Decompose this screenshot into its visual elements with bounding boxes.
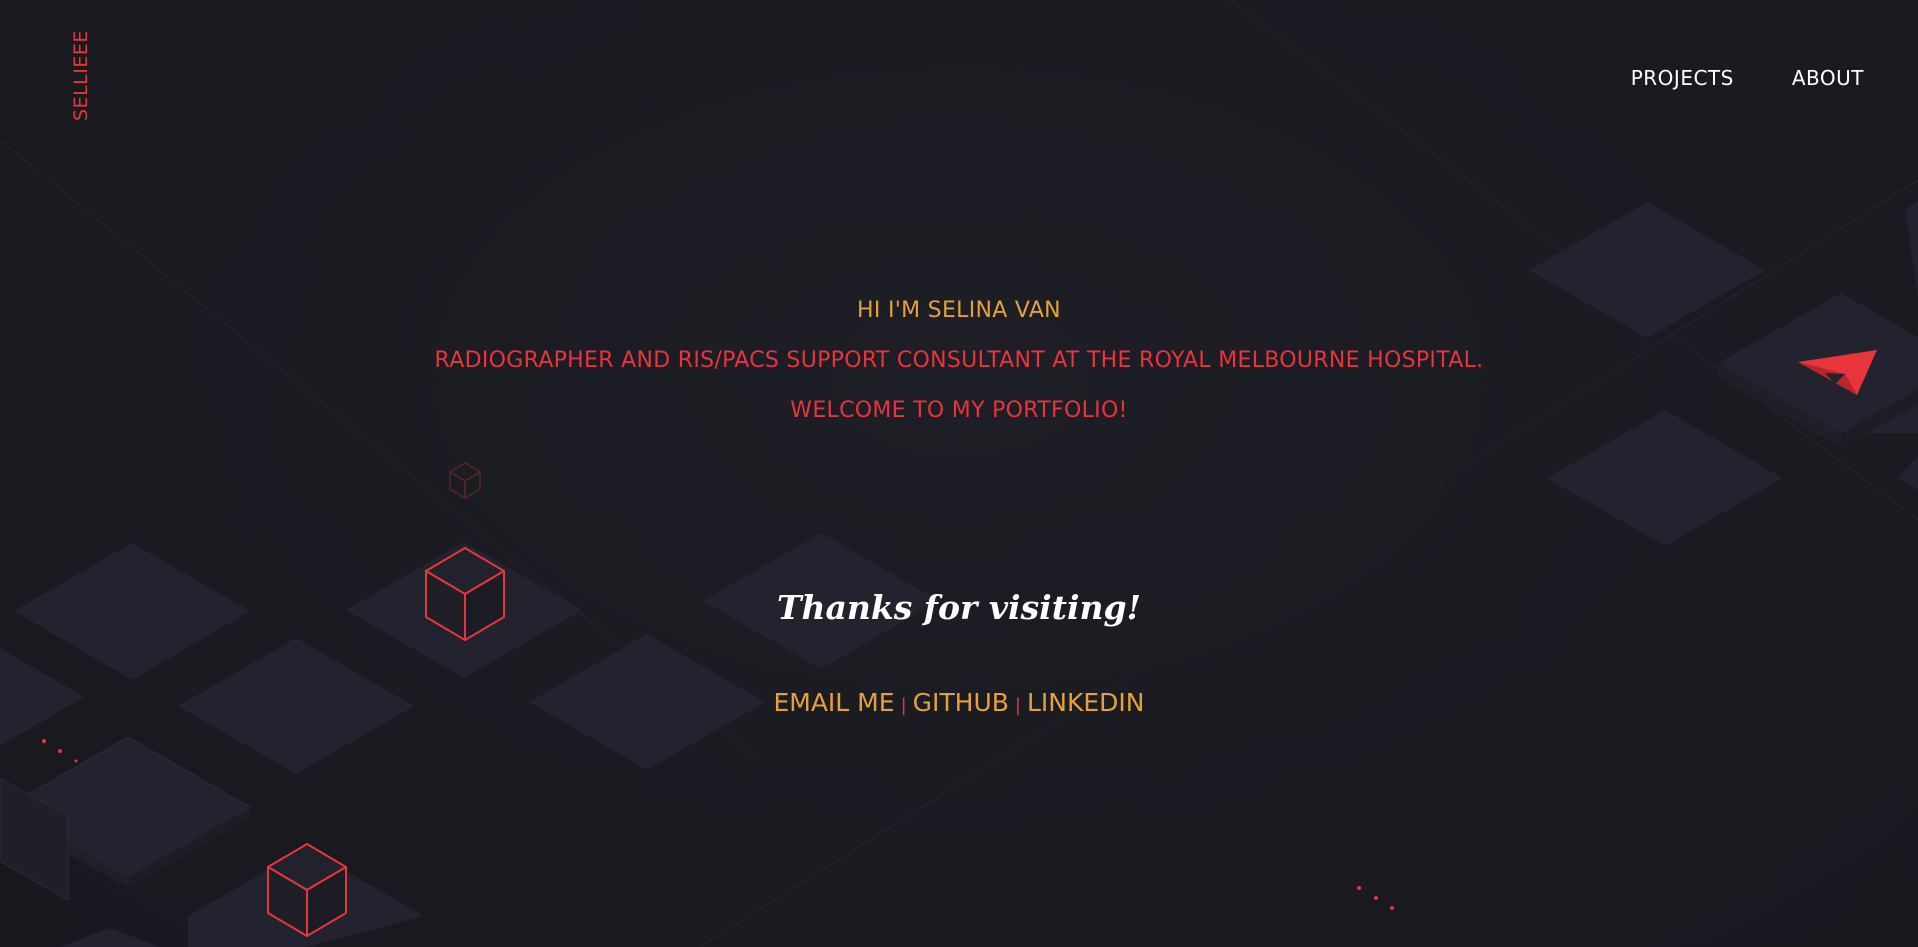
cube-outline-icon <box>449 462 481 499</box>
nav-link-projects[interactable]: PROJECTS <box>1631 66 1734 90</box>
contact-links: EMAIL ME | GITHUB | LINKEDIN <box>0 688 1918 717</box>
github-link[interactable]: GITHUB <box>913 688 1009 717</box>
separator: | <box>1014 695 1021 716</box>
isometric-background <box>0 0 1918 947</box>
page: SELLIEEE PROJECTS ABOUT HI I'M SELINA VA… <box>0 0 1918 947</box>
email-link[interactable]: EMAIL ME <box>773 688 894 717</box>
linkedin-link[interactable]: LINKEDIN <box>1027 688 1145 717</box>
intro-greeting: HI I'M SELINA VAN <box>857 298 1061 323</box>
tile <box>1898 455 1918 490</box>
separator: | <box>900 695 907 716</box>
tile <box>60 928 160 947</box>
tile <box>1905 200 1918 298</box>
platform-left <box>0 736 252 901</box>
thanks-message: Thanks for visiting! <box>776 588 1142 627</box>
top-nav: PROJECTS ABOUT <box>1631 66 1864 90</box>
intro-role: RADIOGRAPHER AND RIS/PACS SUPPORT CONSUL… <box>434 348 1484 373</box>
nav-link-about[interactable]: ABOUT <box>1792 66 1864 90</box>
tile <box>1547 410 1783 546</box>
brand-logo[interactable]: SELLIEEE <box>66 31 96 122</box>
intro-welcome: WELCOME TO MY PORTFOLIO! <box>790 398 1128 423</box>
